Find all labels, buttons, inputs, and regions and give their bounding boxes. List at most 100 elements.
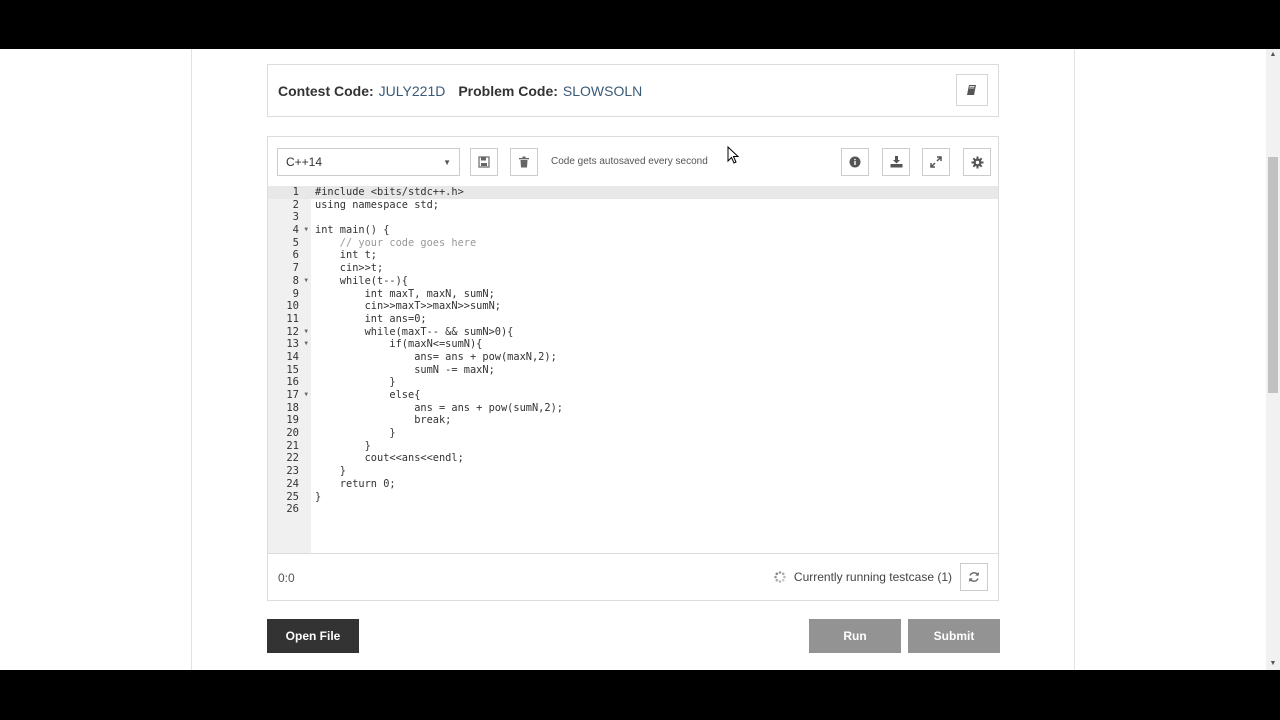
line-number: 23 bbox=[286, 465, 299, 478]
code-line[interactable]: int maxT, maxN, sumN; bbox=[315, 288, 563, 301]
code-line[interactable] bbox=[315, 503, 563, 516]
line-number: 21 bbox=[286, 439, 299, 452]
code-line[interactable]: if(maxN<=sumN){ bbox=[315, 338, 563, 351]
download-button[interactable] bbox=[882, 148, 910, 176]
code-line[interactable]: while(t--){ bbox=[315, 275, 563, 288]
submit-button[interactable]: Submit bbox=[908, 619, 1000, 653]
expand-icon bbox=[930, 156, 942, 168]
trash-icon bbox=[519, 156, 529, 168]
editor-toolbar: C++14 ▼ Code gets autosaved every second bbox=[268, 137, 998, 185]
delete-button[interactable] bbox=[510, 148, 538, 176]
fold-arrow-icon[interactable]: ▼ bbox=[304, 389, 308, 402]
code-line[interactable]: int ans=0; bbox=[315, 313, 563, 326]
code-line[interactable]: ans = ans + pow(sumN,2); bbox=[315, 402, 563, 415]
line-number: 13 ▼ bbox=[286, 338, 308, 351]
info-icon bbox=[849, 156, 861, 168]
run-status: Currently running testcase (1) bbox=[774, 570, 952, 584]
code-line[interactable]: using namespace std; bbox=[315, 199, 563, 212]
contest-code-label: Contest Code: bbox=[278, 82, 374, 99]
save-button[interactable] bbox=[470, 148, 498, 176]
line-number: 9 bbox=[292, 287, 299, 300]
fold-arrow-icon[interactable]: ▼ bbox=[304, 338, 308, 351]
code-line[interactable]: cin>>t; bbox=[315, 262, 563, 275]
problem-book-button[interactable] bbox=[956, 74, 988, 106]
line-number: 6 bbox=[292, 249, 299, 262]
code-line[interactable]: #include <bits/stdc++.h> bbox=[315, 186, 563, 199]
code-line[interactable]: return 0; bbox=[315, 478, 563, 491]
code-line[interactable] bbox=[315, 211, 563, 224]
run-button[interactable]: Run bbox=[809, 619, 901, 653]
fold-arrow-icon[interactable]: ▼ bbox=[304, 326, 308, 339]
download-icon bbox=[890, 156, 902, 168]
code-line[interactable]: cin>>maxT>>maxN>>sumN; bbox=[315, 300, 563, 313]
code-line[interactable]: cout<<ans<<endl; bbox=[315, 452, 563, 465]
code-line[interactable]: } bbox=[315, 491, 563, 504]
contest-code-value[interactable]: JULY221D bbox=[379, 83, 446, 99]
ide-page: Contest Code: JULY221D Problem Code: SLO… bbox=[191, 49, 1075, 670]
line-number: 11 bbox=[286, 312, 299, 325]
code-line[interactable]: } bbox=[315, 427, 563, 440]
book-icon bbox=[967, 85, 976, 95]
line-number: 22 bbox=[286, 452, 299, 465]
code-line[interactable]: // your code goes here bbox=[315, 237, 563, 250]
problem-header: Contest Code: JULY221D Problem Code: SLO… bbox=[267, 64, 999, 117]
autosave-note: Code gets autosaved every second bbox=[551, 156, 708, 167]
code-line[interactable]: sumN -= maxN; bbox=[315, 364, 563, 377]
mouse-cursor-icon bbox=[727, 146, 739, 164]
page-scrollbar[interactable]: ▲ ▼ bbox=[1266, 49, 1280, 670]
line-number: 19 bbox=[286, 414, 299, 427]
code-line[interactable]: } bbox=[315, 376, 563, 389]
line-number: 17 ▼ bbox=[286, 389, 308, 402]
problem-code-value[interactable]: SLOWSOLN bbox=[563, 83, 642, 99]
line-number: 16 bbox=[286, 376, 299, 389]
line-number: 18 bbox=[286, 401, 299, 414]
line-number: 12 ▼ bbox=[286, 325, 308, 339]
line-number: 3 bbox=[292, 211, 299, 224]
code-line[interactable]: int main() { bbox=[315, 224, 563, 237]
viewport: Contest Code: JULY221D Problem Code: SLO… bbox=[0, 49, 1280, 670]
refresh-button[interactable] bbox=[960, 563, 988, 591]
code-line[interactable]: } bbox=[315, 440, 563, 453]
info-button[interactable] bbox=[841, 148, 869, 176]
line-number: 5 bbox=[292, 236, 299, 249]
line-number: 20 bbox=[286, 427, 299, 440]
scroll-up-icon[interactable]: ▲ bbox=[1266, 49, 1280, 61]
line-number: 14 bbox=[286, 350, 299, 363]
line-number: 8 ▼ bbox=[292, 274, 308, 288]
fold-arrow-icon[interactable]: ▼ bbox=[304, 224, 308, 237]
language-value: C++14 bbox=[286, 155, 323, 169]
refresh-icon bbox=[969, 572, 979, 582]
code-line[interactable]: break; bbox=[315, 414, 563, 427]
line-number: 24 bbox=[286, 477, 299, 490]
settings-button[interactable] bbox=[963, 148, 991, 176]
scroll-thumb[interactable] bbox=[1268, 157, 1278, 393]
code-editor-panel: C++14 ▼ Code gets autosaved every second… bbox=[267, 136, 999, 601]
code-line[interactable]: while(maxT-- && sumN>0){ bbox=[315, 326, 563, 339]
code-line[interactable]: int t; bbox=[315, 249, 563, 262]
line-number: 26 bbox=[286, 503, 299, 516]
language-select[interactable]: C++14 ▼ bbox=[277, 148, 460, 176]
problem-code-label: Problem Code: bbox=[458, 82, 558, 99]
open-file-button[interactable]: Open File bbox=[267, 619, 359, 653]
line-numbers: 1 2 3 4 ▼ 5 6 7 8 ▼ 9 10 11 12 ▼ 13 ▼ 14 15 … bbox=[268, 186, 311, 516]
line-number: 1 bbox=[292, 186, 299, 198]
fold-arrow-icon[interactable]: ▼ bbox=[304, 275, 308, 288]
caret-down-icon: ▼ bbox=[443, 157, 451, 167]
running-testcase-text: Currently running testcase (1) bbox=[793, 570, 952, 584]
scroll-down-icon[interactable]: ▼ bbox=[1266, 658, 1280, 670]
save-icon bbox=[478, 156, 490, 168]
fullscreen-button[interactable] bbox=[922, 148, 950, 176]
cursor-position: 0:0 bbox=[278, 571, 295, 585]
gear-icon bbox=[971, 156, 983, 168]
line-number: 7 bbox=[292, 262, 299, 275]
code-line[interactable]: ans= ans + pow(maxN,2); bbox=[315, 351, 563, 364]
code-line[interactable]: else{ bbox=[315, 389, 563, 402]
line-number: 25 bbox=[286, 490, 299, 503]
code-lines[interactable]: #include <bits/stdc++.h> using namespace… bbox=[315, 186, 563, 516]
line-number: 10 bbox=[286, 300, 299, 313]
code-line[interactable]: } bbox=[315, 465, 563, 478]
editor-status-bar: 0:0 Currently running testcase (1) bbox=[268, 553, 998, 601]
spinner-icon bbox=[774, 571, 786, 583]
code-area[interactable]: 1 2 3 4 ▼ 5 6 7 8 ▼ 9 10 11 12 ▼ 13 ▼ 14 15 … bbox=[268, 186, 998, 553]
line-number: 15 bbox=[286, 363, 299, 376]
